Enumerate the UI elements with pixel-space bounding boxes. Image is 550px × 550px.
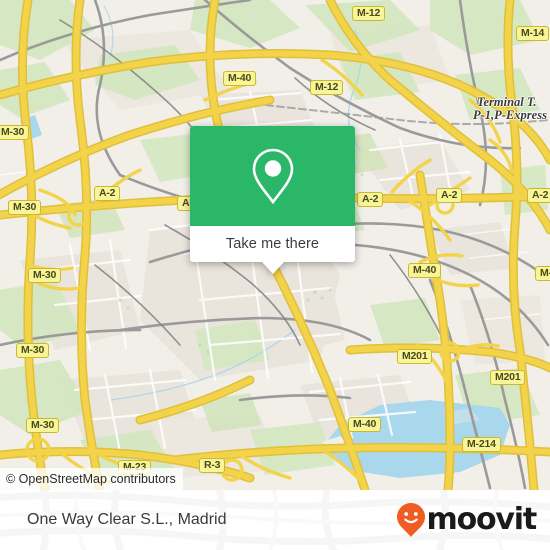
road-shield: A-2 [436, 188, 463, 203]
road-shield: M-40 [348, 417, 382, 432]
take-me-there-label: Take me there [225, 236, 320, 252]
road-shield: M201 [397, 349, 433, 364]
road-shield: M-40 [408, 263, 442, 278]
map-place-label: P-1,P-Express [473, 108, 547, 122]
road-shield: A-2 [527, 188, 550, 203]
road-shield: M-214 [462, 437, 501, 452]
place-title-text: One Way Clear S.L., Madrid [27, 511, 227, 528]
popup-action-area[interactable]: Take me there [190, 226, 355, 262]
road-shield: M-14 [516, 26, 550, 41]
moovit-wordmark: moovit [426, 502, 538, 537]
road-shield: M-30 [16, 343, 50, 358]
road-shield: M-40 [223, 71, 257, 86]
attribution-text: © OpenStreetMap contributors [6, 472, 176, 486]
map-pin-icon [252, 148, 293, 205]
moovit-smiley-pin-icon [396, 503, 425, 537]
map-attribution[interactable]: © OpenStreetMap contributors [0, 468, 183, 490]
road-shield: A-2 [94, 186, 121, 201]
road-shield: A-2 [357, 192, 384, 207]
footer-bar: One Way Clear S.L., Madrid moovit [0, 490, 550, 550]
map-page: .rd { fill:none; stroke:#f2d34a; stroke-… [0, 0, 550, 550]
road-shield: M-1 [535, 266, 550, 281]
road-shield: M-12 [352, 6, 386, 21]
location-popup[interactable]: Take me there [190, 126, 355, 274]
road-shield: M-30 [0, 125, 30, 140]
road-shield: M-30 [28, 268, 62, 283]
road-shield: M-12 [310, 80, 344, 95]
moovit-brand[interactable]: moovit [396, 490, 538, 550]
road-shield: R-3 [199, 458, 226, 473]
popup-tail [261, 262, 284, 274]
road-shield: M-30 [26, 418, 60, 433]
map-canvas[interactable]: .rd { fill:none; stroke:#f2d34a; stroke-… [0, 0, 550, 490]
place-title: One Way Clear S.L., Madrid [27, 490, 226, 550]
road-shield: M-30 [8, 200, 42, 215]
popup-icon-area [190, 126, 355, 226]
road-shield: M201 [490, 370, 526, 385]
